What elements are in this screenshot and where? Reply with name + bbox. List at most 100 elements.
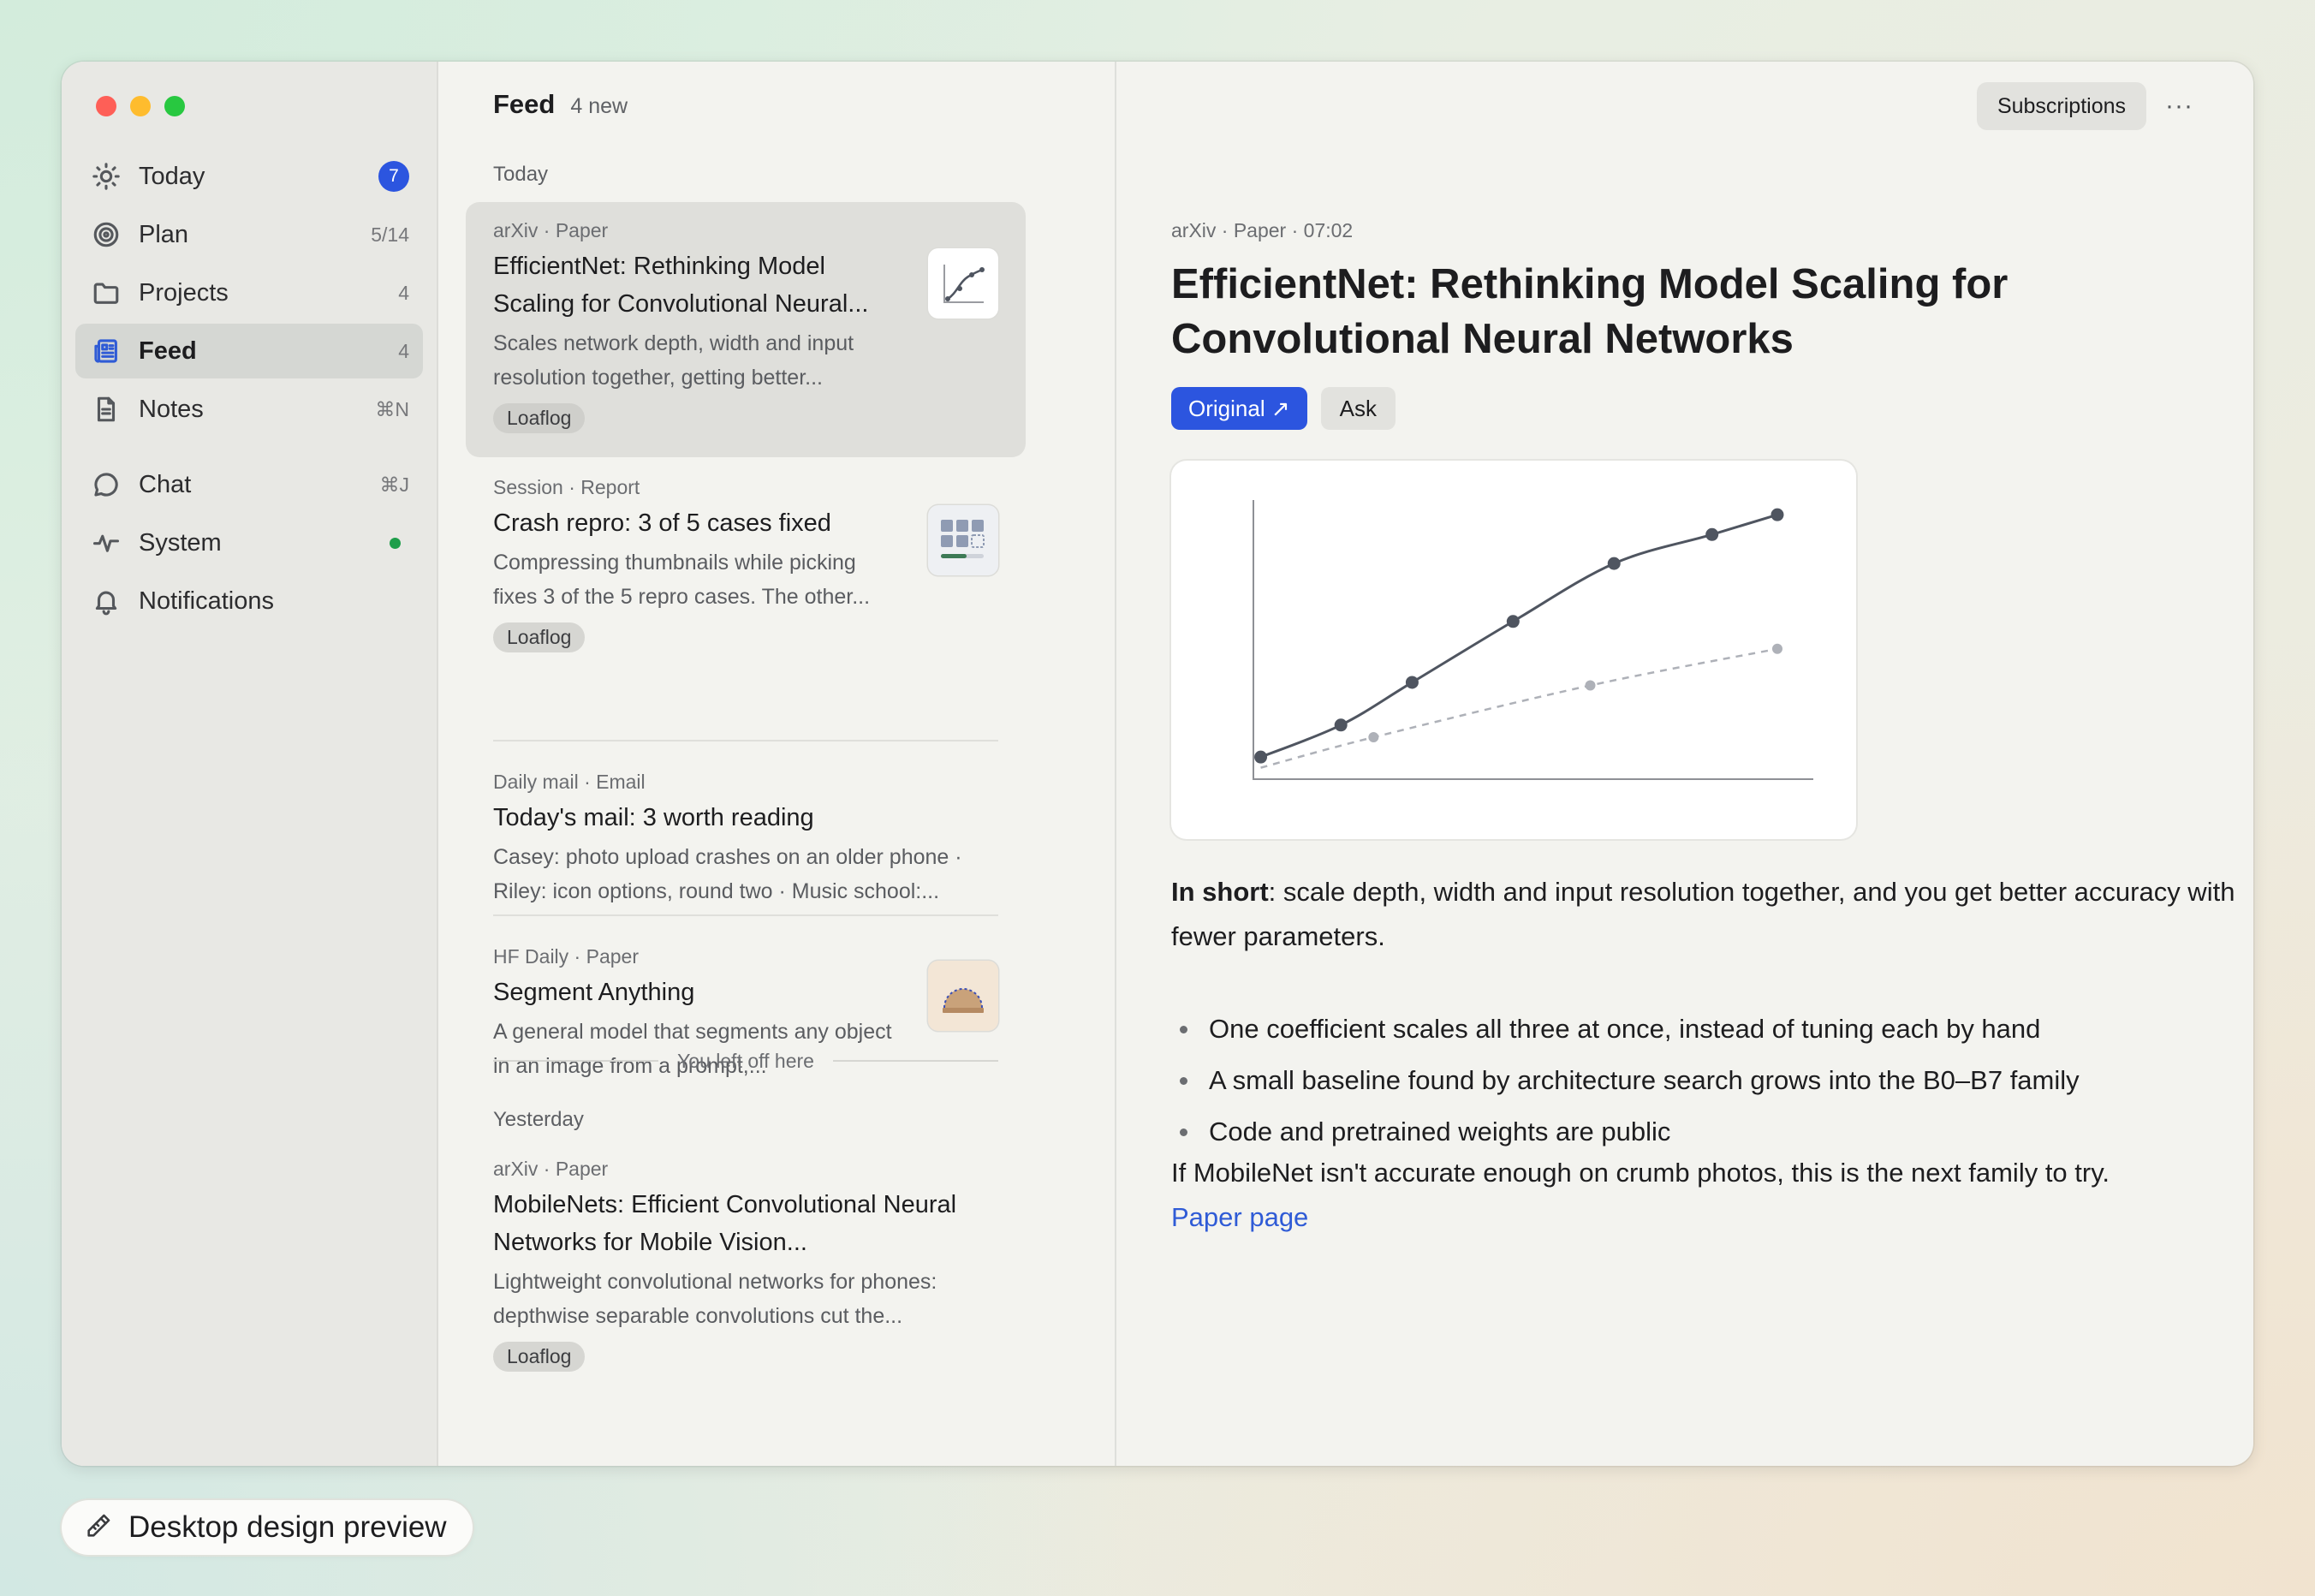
sidebar-nav: Today 7 Plan 5/14 Projects 4 Feed 4 Note… [75,149,423,632]
list-item: A small baseline found by architecture s… [1171,1055,2233,1106]
item-title: EfficientNet: Rethinking Model Scaling f… [493,253,869,318]
open-original-button[interactable]: Original ↗ [1171,387,1307,430]
divider-line [493,1060,659,1062]
minimize-window-button[interactable] [130,96,151,116]
data-point [1607,557,1621,570]
sidebar-item-plan[interactable]: Plan 5/14 [75,207,423,262]
figure-card [1171,461,1856,839]
sidebar-item-chat[interactable]: Chat ⌘J [75,457,423,512]
list-divider [493,740,998,741]
newspaper-icon [91,336,122,366]
paper-page-link[interactable]: Paper page [1171,1195,2250,1240]
projects-count: 4 [398,281,409,304]
sidebar: Today 7 Plan 5/14 Projects 4 Feed 4 Note… [62,62,438,1466]
item-meta: Daily mail · Email [493,771,646,793]
segmented-dome-thumbnail [928,961,998,1031]
data-point [1254,750,1268,764]
summary-lead: In short [1171,877,1269,907]
feed-header: Feed 4 new [493,89,628,120]
sidebar-item-label: Feed [139,336,197,365]
sidebar-item-system[interactable]: System [75,515,423,570]
key-points-list: One coefficient scales all three at once… [1171,1003,2233,1158]
list-divider [493,914,998,916]
item-meta: HF Daily · Paper [493,945,639,968]
list-item: Code and pretrained weights are public [1171,1106,2233,1158]
chat-shortcut: ⌘J [379,473,410,496]
more-options-button[interactable]: ··· [2165,92,2193,121]
line-chart-thumbnail [928,248,998,319]
sidebar-item-today[interactable]: Today 7 [75,149,423,204]
toolbar: Subscriptions ··· [1976,82,2193,130]
window-controls [96,96,185,116]
feed-item-crash-repro[interactable]: Session · Report Crash repro: 3 of 5 cas… [466,459,1026,733]
sidebar-item-notifications[interactable]: Notifications [75,574,423,628]
ask-button[interactable]: Ask [1320,387,1396,430]
summary-paragraph: In short: scale depth, width and input r… [1171,870,2250,959]
grid-thumbnail-graphic [941,520,985,558]
series-line-2 [1260,647,1778,769]
item-description: Casey: photo upload crashes on an older … [493,845,962,903]
closing-paragraph: If MobileNet isn't accurate enough on cr… [1171,1151,2250,1240]
item-tag[interactable]: Loaflog [493,622,586,652]
item-description: Compressing thumbnails while picking fix… [493,551,871,609]
article-detail: Subscriptions ··· arXiv · Paper · 07:02 … [1116,62,2253,1466]
section-label-today: Today [493,163,549,186]
sidebar-item-label: System [139,528,222,557]
item-title: Segment Anything [493,979,695,1006]
target-icon [91,219,122,250]
item-meta: arXiv · Paper [493,219,609,241]
article-meta: arXiv · Paper · 07:02 [1171,219,1354,241]
item-title: MobileNets: Efficient Convolutional Neur… [493,1191,957,1256]
subscriptions-button[interactable]: Subscriptions [1976,82,2147,130]
data-point [1771,643,1782,654]
system-status-dot [390,537,401,549]
item-title: Today's mail: 3 worth reading [493,804,814,831]
data-point [1705,527,1719,541]
sun-icon [91,161,122,192]
desktop-preview-badge[interactable]: Desktop design preview [62,1500,473,1555]
feed-item-mobilenets[interactable]: arXiv · Paper MobileNets: Efficient Conv… [466,1140,1026,1449]
data-point [1334,718,1348,732]
grid-progress-thumbnail [928,505,998,575]
pulse-icon [91,527,122,558]
divider-line [832,1060,999,1062]
sidebar-item-label: Plan [139,220,189,248]
new-items-count: 4 new [570,94,628,118]
chart-axes [1253,500,1813,780]
sidebar-item-label: Today [139,162,205,190]
item-description: Scales network depth, width and input re… [493,331,854,390]
item-description: Lightweight convolutional networks for p… [493,1270,937,1328]
feed-list-column: Feed 4 new Today arXiv · Paper Efficient… [438,62,1116,1466]
app-window: Today 7 Plan 5/14 Projects 4 Feed 4 Note… [62,62,2253,1466]
left-off-divider: You left off here [493,1046,999,1075]
item-meta: Session · Report [493,476,640,498]
item-meta: arXiv · Paper [493,1158,609,1180]
closing-text: If MobileNet isn't accurate enough on cr… [1171,1158,2110,1188]
feed-count: 4 [398,339,409,362]
scaling-chart [1253,500,1813,780]
close-window-button[interactable] [96,96,116,116]
chart-thumbnail-graphic [943,265,985,303]
data-point [1405,676,1419,689]
sidebar-item-notes[interactable]: Notes ⌘N [75,382,423,437]
article-actions: Original ↗ Ask [1171,387,1396,430]
feed-item-efficientnet[interactable]: arXiv · Paper EfficientNet: Rethinking M… [466,202,1026,457]
summary-text: : scale depth, width and input resolutio… [1171,877,2235,951]
section-label-yesterday: Yesterday [493,1108,584,1131]
item-tag[interactable]: Loaflog [493,403,586,433]
list-item: One coefficient scales all three at once… [1171,1003,2233,1055]
chart-series-group [1254,508,1784,769]
item-tag[interactable]: Loaflog [493,1342,586,1372]
zoom-window-button[interactable] [164,96,185,116]
sidebar-item-projects[interactable]: Projects 4 [75,265,423,320]
note-icon [91,394,122,425]
left-off-label: You left off here [677,1049,814,1072]
article-title: EfficientNet: Rethinking Model Scaling f… [1171,261,2009,362]
feed-item-daily-mail[interactable]: Daily mail · Email Today's mail: 3 worth… [466,753,1026,913]
data-point [1585,680,1596,691]
data-point [1770,508,1784,521]
item-title: Crash repro: 3 of 5 cases fixed [493,509,831,537]
sidebar-item-feed[interactable]: Feed 4 [75,324,423,378]
data-point [1506,615,1520,628]
chat-bubble-icon [91,469,122,500]
